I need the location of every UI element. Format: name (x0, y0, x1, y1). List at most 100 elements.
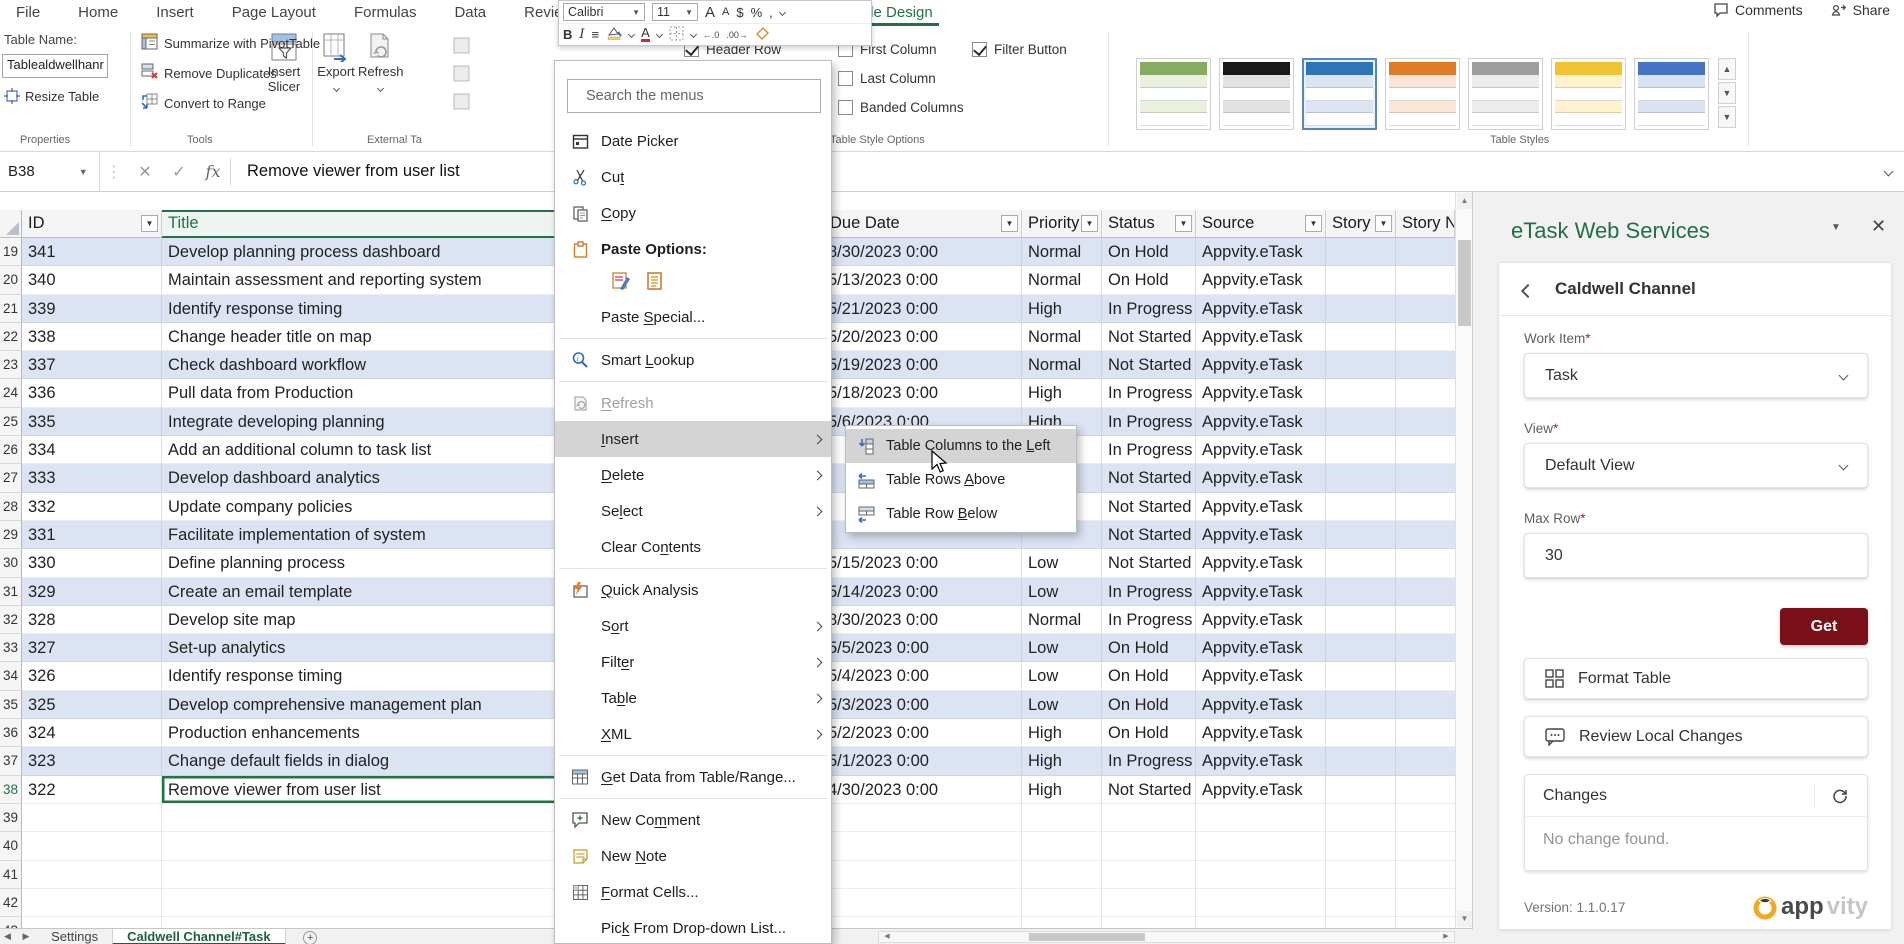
formula-input[interactable]: Remove viewer from user list (231, 162, 460, 181)
selected-cell[interactable]: Remove viewer from user list (162, 776, 560, 804)
table-style-black[interactable] (1219, 58, 1294, 130)
checkbox-banded-columns[interactable]: Banded Columns (838, 100, 964, 115)
submenu-item-table-columns-to-the-left[interactable]: Table Columns to the Left (846, 429, 1076, 463)
tab-insert[interactable]: Insert (154, 0, 196, 25)
expand-formula-bar-icon[interactable] (1884, 167, 1894, 177)
accounting-format-icon[interactable]: $ (736, 5, 743, 20)
column-header-title[interactable]: Title (162, 210, 560, 238)
row-number[interactable]: 35 (0, 691, 22, 719)
tab-data[interactable]: Data (452, 0, 488, 25)
scroll-right-icon[interactable]: ▶ (1438, 932, 1454, 942)
comma-style-icon[interactable]: , (769, 5, 773, 20)
menu-item-refresh[interactable]: Refresh (555, 385, 831, 421)
row-number[interactable]: 40 (0, 832, 22, 860)
cancel-formula-icon[interactable]: ✕ (128, 162, 162, 182)
export-button[interactable]: Export (314, 32, 358, 94)
menu-item-clear-contents[interactable]: Clear Contents (555, 529, 831, 565)
row-number[interactable]: 30 (0, 549, 22, 577)
refresh-button[interactable]: Refresh (358, 32, 402, 94)
paste-formatting-icon[interactable] (611, 271, 631, 296)
tools-summarize-with-pivottable[interactable]: Summarize with PivotTable (140, 32, 320, 54)
menu-item-paste-special[interactable]: Paste Special... (555, 299, 831, 335)
checkbox-last-column[interactable]: Last Column (838, 71, 936, 86)
table-style-blue-dark[interactable] (1634, 58, 1709, 130)
column-header-due-date[interactable]: Due Date▼ (824, 210, 1022, 238)
row-number[interactable]: 33 (0, 634, 22, 662)
table-name-input[interactable]: Tablealdwellhanr (2, 54, 108, 78)
vertical-scrollbar[interactable]: ▲ ▼ (1455, 192, 1472, 928)
row-number[interactable]: 24 (0, 379, 22, 407)
percent-style-icon[interactable]: % (751, 5, 763, 20)
horizontal-scroll-thumb[interactable] (1029, 933, 1145, 941)
menu-item-pick-from-drop-down-list[interactable]: Pick From Drop-down List... (555, 910, 831, 944)
row-number[interactable]: 22 (0, 323, 22, 351)
panel-close-icon[interactable]: ✕ (1871, 216, 1886, 237)
scroll-up-icon[interactable]: ▲ (1457, 193, 1472, 209)
sheet-tab-settings[interactable]: Settings (37, 929, 112, 944)
font-color-icon[interactable]: A (641, 27, 650, 42)
tools-remove-duplicates[interactable]: Remove Duplicates (140, 62, 277, 84)
bold-icon[interactable]: B (563, 27, 572, 42)
scroll-left-icon[interactable]: ◀ (879, 932, 895, 942)
row-number[interactable]: 29 (0, 521, 22, 549)
column-header-story-n[interactable]: Story N (1396, 210, 1455, 238)
table-style-blue[interactable] (1302, 58, 1377, 130)
gallery-down-icon[interactable]: ▼ (1718, 82, 1736, 104)
menu-item-new-note[interactable]: New Note (555, 838, 831, 874)
gallery-more-icon[interactable]: ▼ (1718, 106, 1736, 128)
field-view-select[interactable]: Default View (1524, 443, 1868, 488)
checkbox-filter-button[interactable]: Filter Button (972, 42, 1067, 57)
menu-item-format-cells[interactable]: Format Cells... (555, 874, 831, 910)
column-header-status[interactable]: Status▼ (1102, 210, 1196, 238)
filter-icon[interactable]: ▼ (1175, 215, 1192, 232)
tab-formulas[interactable]: Formulas (352, 0, 419, 25)
new-sheet-icon[interactable]: + (303, 931, 317, 944)
comments-button[interactable]: Comments (1713, 2, 1803, 18)
menu-item-table[interactable]: Table (555, 680, 831, 716)
row-number[interactable]: 38 (0, 776, 22, 804)
row-number[interactable]: 20 (0, 266, 22, 294)
dropdown-icon[interactable] (628, 31, 635, 38)
panel-dropdown-icon[interactable]: ▼ (1831, 222, 1841, 233)
namebox-dropdown-icon[interactable]: ▼ (79, 167, 88, 177)
tab-home[interactable]: Home (76, 0, 120, 25)
row-number[interactable]: 25 (0, 408, 22, 436)
external-data-small-buttons[interactable] (452, 36, 472, 120)
resize-table-button[interactable]: Resize Table (4, 88, 99, 104)
field-max-row-input[interactable]: 30 (1524, 533, 1868, 578)
filter-icon[interactable]: ▼ (1001, 215, 1018, 232)
table-style-yellow[interactable] (1551, 58, 1626, 130)
filter-icon[interactable]: ▼ (1305, 215, 1322, 232)
table-style-gray[interactable] (1468, 58, 1543, 130)
row-number[interactable]: 41 (0, 861, 22, 889)
submenu-item-table-rows-above[interactable]: Table Rows Above (846, 463, 1076, 497)
align-icon[interactable]: ≡ (592, 27, 600, 42)
menu-item-select[interactable]: Select (555, 493, 831, 529)
scroll-down-icon[interactable]: ▼ (1457, 911, 1472, 927)
column-header-story[interactable]: Story▼ (1326, 210, 1396, 238)
format-table-button[interactable]: Format Table (1524, 658, 1868, 699)
confirm-formula-icon[interactable]: ✓ (162, 162, 196, 182)
get-button[interactable]: Get (1780, 608, 1868, 645)
row-number[interactable]: 42 (0, 889, 22, 917)
menu-item-xml[interactable]: XML (555, 716, 831, 752)
column-header-source[interactable]: Source▼ (1196, 210, 1326, 238)
gallery-up-icon[interactable]: ▲ (1718, 58, 1736, 80)
menu-item-copy[interactable]: Copy (555, 195, 831, 231)
submenu-item-table-row-below[interactable]: Table Row Below (846, 497, 1076, 531)
font-size-select[interactable]: 11▼ (652, 3, 698, 21)
filter-icon[interactable]: ▼ (1375, 215, 1392, 232)
table-style-orange[interactable] (1385, 58, 1460, 130)
font-name-select[interactable]: Calibri▼ (563, 3, 645, 21)
sheet-nav-left-icon[interactable]: ◀ (4, 931, 11, 941)
row-number[interactable]: 39 (0, 804, 22, 832)
menu-item-get-data-from-table-range[interactable]: Get Data from Table/Range... (555, 759, 831, 795)
tab-page-layout[interactable]: Page Layout (230, 0, 318, 25)
row-number[interactable]: 43 (0, 917, 22, 928)
table-style-light-green[interactable] (1136, 58, 1211, 130)
format-painter-icon[interactable] (755, 26, 770, 44)
row-number[interactable]: 23 (0, 351, 22, 379)
review-local-changes-button[interactable]: Review Local Changes (1524, 716, 1868, 757)
grow-font-icon[interactable]: A (705, 4, 715, 21)
filter-icon[interactable]: ▼ (1081, 215, 1098, 232)
